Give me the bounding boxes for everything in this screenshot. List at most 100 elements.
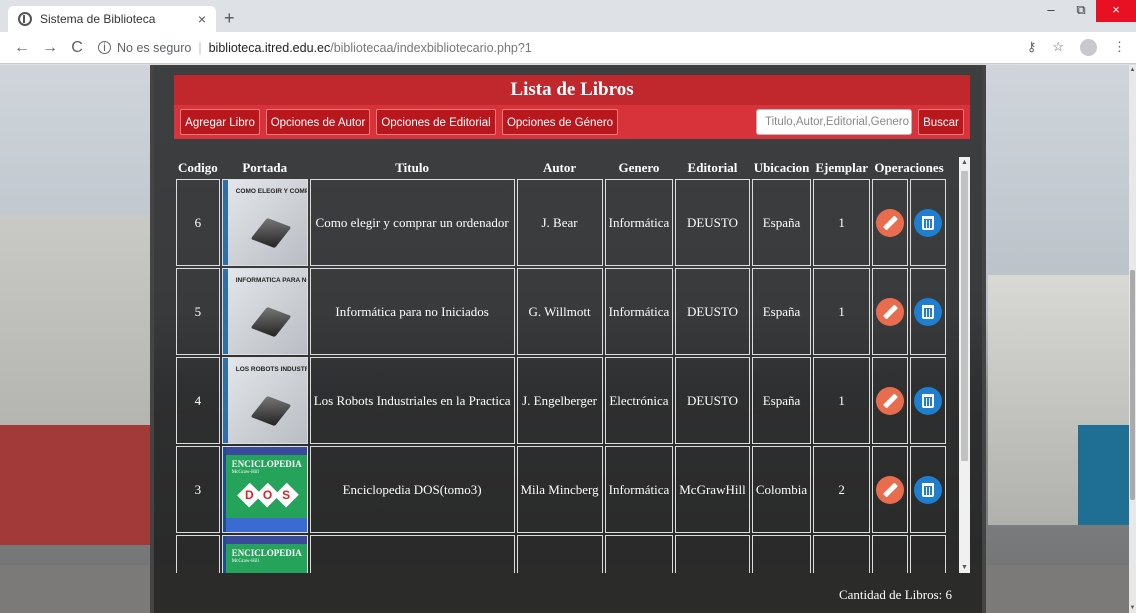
trash-icon bbox=[922, 482, 935, 497]
cell-edit bbox=[872, 357, 909, 444]
cell-editorial: McGrawHill bbox=[675, 446, 750, 533]
cover-graphic bbox=[250, 306, 292, 338]
scroll-up-arrow[interactable]: ▲ bbox=[959, 159, 970, 166]
cell-editorial: DEUSTO bbox=[675, 179, 750, 266]
cover-title: INFORMATICA PARA NO INICIADOS bbox=[235, 277, 307, 284]
delete-button[interactable] bbox=[914, 475, 943, 504]
star-icon[interactable]: ☆ bbox=[1052, 39, 1064, 56]
maximize-button[interactable]: ⧉ bbox=[1066, 0, 1096, 22]
cell-portada: ENCICLOPEDIA McGraw-Hill D O S bbox=[221, 446, 308, 533]
info-icon[interactable]: i bbox=[98, 41, 111, 54]
books-table: Codigo Portada Titulo Autor Genero Edito… bbox=[174, 157, 948, 573]
cell-genero: Informática bbox=[604, 268, 674, 355]
search-button[interactable]: Buscar bbox=[918, 109, 964, 135]
edit-button[interactable] bbox=[876, 208, 905, 237]
add-book-button[interactable]: Agregar Libro bbox=[180, 109, 260, 135]
tab-close-icon[interactable]: × bbox=[198, 11, 206, 27]
column-header: Ubicacion bbox=[753, 160, 810, 175]
main-panel: Lista de Libros Agregar Libro Opciones d… bbox=[150, 65, 986, 613]
cover-dos-logo: D O S bbox=[236, 482, 299, 508]
browser-tab[interactable]: Sistema de Biblioteca × bbox=[8, 6, 216, 32]
edit-button[interactable] bbox=[876, 297, 905, 326]
cover-topline bbox=[225, 536, 307, 544]
cover-graphic bbox=[250, 217, 292, 249]
trash-icon bbox=[922, 215, 935, 230]
security-label: No es seguro bbox=[117, 40, 192, 55]
cell-genero: Electrónica bbox=[604, 357, 674, 444]
cover-topline bbox=[225, 447, 307, 455]
table-row: 3 ENCICLOPEDIA McGraw-Hill D O S Enciclo… bbox=[176, 446, 947, 533]
book-cover-image: LOS ROBOTS INDUSTRIALES EN LA PRACTICA bbox=[222, 358, 307, 443]
tab-title: Sistema de Biblioteca bbox=[40, 12, 156, 26]
edit-button[interactable] bbox=[876, 475, 905, 504]
cell-portada: INFORMATICA PARA NO INICIADOS bbox=[221, 268, 308, 355]
close-window-button[interactable]: × bbox=[1096, 0, 1136, 22]
cell-edit bbox=[872, 179, 909, 266]
new-tab-button[interactable]: + bbox=[224, 8, 235, 29]
books-table-container[interactable]: Codigo Portada Titulo Autor Genero Edito… bbox=[174, 157, 970, 573]
table-header-row: Codigo Portada Titulo Autor Genero Edito… bbox=[176, 159, 946, 177]
table-scrollbar[interactable]: ▲ ▼ bbox=[959, 157, 970, 573]
delete-button[interactable] bbox=[914, 386, 943, 415]
cell-delete bbox=[910, 268, 947, 355]
avatar[interactable] bbox=[1080, 39, 1097, 56]
pencil-icon bbox=[882, 215, 898, 230]
window-controls: – ⧉ × bbox=[1036, 0, 1136, 22]
cell-ejemplar: 2 bbox=[813, 446, 871, 533]
cell-codigo: 5 bbox=[176, 268, 220, 355]
reload-icon[interactable]: C bbox=[70, 39, 84, 57]
page-viewport: Lista de Libros Agregar Libro Opciones d… bbox=[0, 65, 1136, 613]
cell-ubicacion: España bbox=[751, 179, 812, 266]
key-icon[interactable]: ⚷ bbox=[1027, 39, 1037, 56]
cell-autor: Mila Mincberg bbox=[516, 446, 603, 533]
cover-title: COMO ELEGIR Y COMPRAR UN ORDENADOR bbox=[235, 188, 307, 195]
scroll-down-arrow[interactable]: ▼ bbox=[1129, 605, 1136, 611]
cell-codigo: 6 bbox=[176, 179, 220, 266]
cover-graphic bbox=[250, 395, 292, 427]
column-header: Codigo bbox=[178, 160, 218, 175]
cover-title: ENCICLOPEDIA bbox=[231, 459, 302, 469]
cell-autor bbox=[516, 535, 603, 573]
delete-button[interactable] bbox=[914, 297, 943, 326]
back-icon[interactable]: ← bbox=[14, 39, 30, 57]
table-row: 5 INFORMATICA PARA NO INICIADOS Informát… bbox=[176, 268, 947, 355]
edit-button[interactable] bbox=[876, 386, 905, 415]
cell-autor: J. Engelberger bbox=[516, 357, 603, 444]
cell-titulo: Como elegir y comprar un ordenador bbox=[309, 179, 515, 266]
scroll-up-arrow[interactable]: ▲ bbox=[1129, 67, 1136, 73]
cell-titulo bbox=[309, 535, 515, 573]
scrollbar-thumb[interactable] bbox=[1130, 270, 1135, 500]
page-title: Lista de Libros bbox=[174, 75, 970, 105]
search-input[interactable]: Titulo,Autor,Editorial,Genero bbox=[756, 109, 912, 135]
cell-editorial: DEUSTO bbox=[675, 268, 750, 355]
forward-icon[interactable]: → bbox=[42, 39, 58, 57]
cell-genero: Informática bbox=[604, 179, 674, 266]
minimize-button[interactable]: – bbox=[1036, 0, 1066, 22]
browser-tab-bar: Sistema de Biblioteca × + – ⧉ × bbox=[0, 0, 1136, 32]
address-bar[interactable]: i No es seguro | biblioteca.itred.edu.ec… bbox=[98, 41, 1011, 55]
toolbar-icons: ⚷ ☆ ⋮ bbox=[1011, 39, 1126, 56]
cover-dos-letter-text: O bbox=[263, 487, 273, 502]
menu-icon[interactable]: ⋮ bbox=[1113, 39, 1126, 56]
scrollbar-thumb[interactable] bbox=[961, 171, 968, 461]
author-options-button[interactable]: Opciones de Autor bbox=[266, 109, 370, 135]
column-header: Ejemplar bbox=[815, 160, 869, 175]
cover-dos-letter-text: D bbox=[244, 488, 254, 502]
cell-editorial: DEUSTO bbox=[675, 357, 750, 444]
trash-icon bbox=[922, 393, 935, 408]
column-header: Genero bbox=[618, 160, 660, 175]
page-scrollbar[interactable]: ▲ ▼ bbox=[1129, 65, 1136, 613]
cover-publisher: McGraw-Hill bbox=[231, 470, 259, 475]
publisher-options-button[interactable]: Opciones de Editorial bbox=[376, 109, 496, 135]
cell-portada: ENCICLOPEDIA McGraw-Hill bbox=[221, 535, 308, 573]
background-wall bbox=[1078, 425, 1136, 525]
cell-ejemplar: 1 bbox=[813, 179, 871, 266]
scroll-down-arrow[interactable]: ▼ bbox=[959, 564, 970, 571]
cell-editorial bbox=[675, 535, 750, 573]
delete-button[interactable] bbox=[914, 208, 943, 237]
table-row: 4 LOS ROBOTS INDUSTRIALES EN LA PRACTICA… bbox=[176, 357, 947, 444]
column-header: Autor bbox=[542, 160, 577, 175]
url-path: /bibliotecaa/indexbibliotecario.php?1 bbox=[330, 40, 532, 55]
genre-options-button[interactable]: Opciones de Género bbox=[502, 109, 618, 135]
cell-ejemplar: 1 bbox=[813, 268, 871, 355]
